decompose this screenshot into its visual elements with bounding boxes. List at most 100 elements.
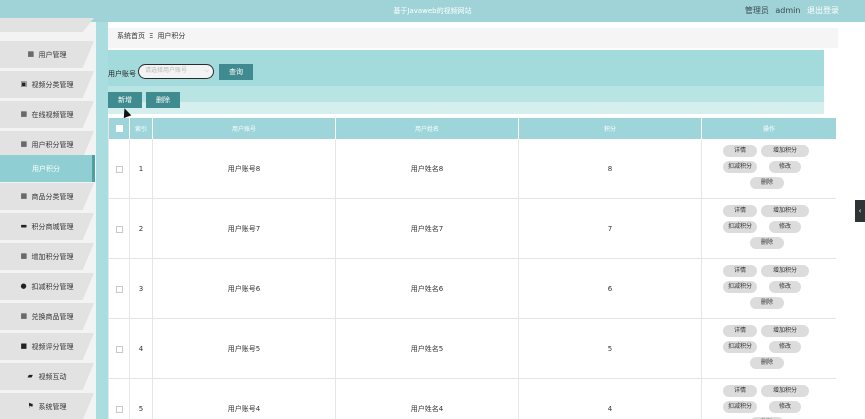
- row-name: 用户姓名4: [336, 379, 519, 419]
- grid-icon: ▦: [20, 192, 28, 200]
- row-delete-button[interactable]: 删除: [750, 237, 784, 249]
- grid-icon: ▦: [20, 140, 28, 148]
- sidebar-item-system[interactable]: ⚑ 系统管理: [0, 393, 94, 419]
- sidebar-item-label: 用户管理: [38, 50, 67, 59]
- row-name: 用户姓名7: [336, 199, 519, 259]
- header-index: 索引: [130, 118, 153, 139]
- table-row: 4 用户账号5 用户姓名5 5 详情 增加积分 扣减积分 修改 删除: [108, 319, 836, 379]
- table-row: 3 用户账号6 用户姓名6 6 详情 增加积分 扣减积分 修改 删除: [108, 259, 836, 319]
- sidebar-item-deduct-points[interactable]: ● 扣减积分管理: [0, 273, 94, 300]
- sidebar-item-product-category[interactable]: ▦ 商品分类管理: [0, 183, 94, 210]
- row-index: 2: [130, 199, 153, 259]
- row-checkbox[interactable]: [115, 345, 123, 353]
- user-role: 管理员: [744, 6, 769, 15]
- sidebar-item-label: 视频评分管理: [31, 342, 74, 351]
- sidebar-item-video-rating[interactable]: ■ 视频评分管理: [0, 333, 94, 360]
- row-checkbox[interactable]: [115, 285, 123, 293]
- sidebar-item-video-category[interactable]: ▣ 视频分类管理: [0, 71, 94, 98]
- row-index: 4: [130, 319, 153, 379]
- clipboard-icon: ▣: [20, 80, 28, 88]
- data-table: 索引 用户账号 用户姓名 积分 操作 1 用户账号8 用户姓名8 8 详情 增加…: [108, 118, 836, 419]
- sidebar-item-top[interactable]: [0, 18, 94, 32]
- header-checkbox-cell: [108, 118, 130, 139]
- edit-button[interactable]: 修改: [769, 221, 801, 233]
- sidebar-item-label: 在线视频管理: [31, 110, 74, 119]
- row-actions: 详情 增加积分 扣减积分 修改 删除: [702, 139, 836, 199]
- account-select[interactable]: 请选择用户账号 ⌵: [138, 64, 214, 79]
- edit-button[interactable]: 修改: [769, 341, 801, 353]
- deduct-points-button[interactable]: 扣减积分: [723, 401, 757, 413]
- grid-icon: ▦: [20, 252, 28, 260]
- sidebar-item-label: 商品分类管理: [31, 192, 74, 201]
- sidebar-item-label: 系统管理: [38, 402, 67, 411]
- search-panel: 用户账号 请选择用户账号 ⌵ 查询 新增 删除: [108, 50, 824, 114]
- detail-button[interactable]: 详情: [723, 385, 757, 397]
- sidebar-item-points-mall[interactable]: ▬ 积分商城管理: [0, 213, 94, 240]
- sidebar-item-label: 视频分类管理: [31, 80, 74, 89]
- table-body: 1 用户账号8 用户姓名8 8 详情 增加积分 扣减积分 修改 删除 2 用户账…: [108, 139, 836, 419]
- row-index: 1: [130, 139, 153, 199]
- add-points-button[interactable]: 增加积分: [761, 325, 809, 337]
- flag-icon: ⚑: [27, 402, 34, 410]
- sidebar-item-label: 增加积分管理: [31, 252, 74, 261]
- row-delete-button[interactable]: 删除: [750, 297, 784, 309]
- row-checkbox[interactable]: [115, 165, 123, 173]
- detail-button[interactable]: 详情: [723, 145, 757, 157]
- row-points: 5: [519, 319, 702, 379]
- add-points-button[interactable]: 增加积分: [761, 145, 809, 157]
- delete-button[interactable]: 删除: [146, 92, 180, 108]
- sidebar-item-exchange[interactable]: ▦ 兑换商品管理: [0, 303, 94, 330]
- panel-strip: [108, 102, 824, 114]
- account-select-placeholder: 请选择用户账号: [145, 67, 188, 74]
- row-action-group: 详情 增加积分 扣减积分 修改 删除: [702, 379, 836, 419]
- deduct-points-button[interactable]: 扣减积分: [723, 221, 757, 233]
- row-checkbox-cell: [108, 379, 130, 419]
- sidebar-item-points-management[interactable]: ▦ 用户积分管理: [0, 131, 94, 158]
- sidebar: ▦ 用户管理 ▣ 视频分类管理 ▦ 在线视频管理 ▦ 用户积分管理 用户积分 ▦…: [0, 18, 108, 419]
- grid-icon: ▦: [27, 50, 35, 58]
- row-points: 7: [519, 199, 702, 259]
- table-row: 1 用户账号8 用户姓名8 8 详情 增加积分 扣减积分 修改 删除: [108, 139, 836, 199]
- detail-button[interactable]: 详情: [723, 265, 757, 277]
- row-account: 用户账号6: [153, 259, 336, 319]
- add-button[interactable]: 新增: [108, 92, 142, 108]
- edit-button[interactable]: 修改: [769, 401, 801, 413]
- edit-button[interactable]: 修改: [769, 281, 801, 293]
- sidebar-item-label: 视频互动: [38, 372, 67, 381]
- sidebar-item-video-interaction[interactable]: ▰ 视频互动: [0, 363, 94, 390]
- add-points-button[interactable]: 增加积分: [761, 265, 809, 277]
- detail-button[interactable]: 详情: [723, 205, 757, 217]
- detail-button[interactable]: 详情: [723, 325, 757, 337]
- row-name: 用户姓名5: [336, 319, 519, 379]
- row-checkbox-cell: [108, 319, 130, 379]
- sidebar-item-user-management[interactable]: ▦ 用户管理: [0, 41, 94, 68]
- row-points: 4: [519, 379, 702, 419]
- row-checkbox[interactable]: [115, 225, 123, 233]
- deduct-points-button[interactable]: 扣减积分: [723, 161, 757, 173]
- row-actions: 详情 增加积分 扣减积分 修改 删除: [702, 319, 836, 379]
- sidebar-item-label: 积分商城管理: [31, 222, 74, 231]
- breadcrumb-separator: Ξ: [149, 32, 154, 40]
- deduct-points-button[interactable]: 扣减积分: [723, 341, 757, 353]
- sidebar-item-online-video[interactable]: ▦ 在线视频管理: [0, 101, 94, 128]
- deduct-points-button[interactable]: 扣减积分: [723, 281, 757, 293]
- chevron-left-icon[interactable]: ‹: [855, 200, 865, 222]
- add-points-button[interactable]: 增加积分: [761, 385, 809, 397]
- edit-button[interactable]: 修改: [769, 161, 801, 173]
- breadcrumb-home[interactable]: 系统首页: [117, 32, 145, 40]
- header-name: 用户姓名: [336, 118, 519, 139]
- row-checkbox-cell: [108, 259, 130, 319]
- select-all-checkbox[interactable]: [115, 125, 123, 132]
- sidebar-item-user-points[interactable]: 用户积分: [0, 155, 95, 182]
- row-delete-button[interactable]: 删除: [750, 357, 784, 369]
- query-button[interactable]: 查询: [219, 64, 253, 80]
- logout-link[interactable]: 退出登录: [807, 6, 839, 15]
- row-checkbox[interactable]: [115, 405, 123, 413]
- row-name: 用户姓名6: [336, 259, 519, 319]
- add-points-button[interactable]: 增加积分: [761, 205, 809, 217]
- header-actions: 操作: [762, 126, 775, 133]
- sidebar-item-add-points[interactable]: ▦ 增加积分管理: [0, 243, 94, 270]
- table-row: 5 用户账号4 用户姓名4 4 详情 增加积分 扣减积分 修改 删除: [108, 379, 836, 419]
- chat-icon: ▰: [27, 372, 33, 380]
- row-delete-button[interactable]: 删除: [750, 177, 784, 189]
